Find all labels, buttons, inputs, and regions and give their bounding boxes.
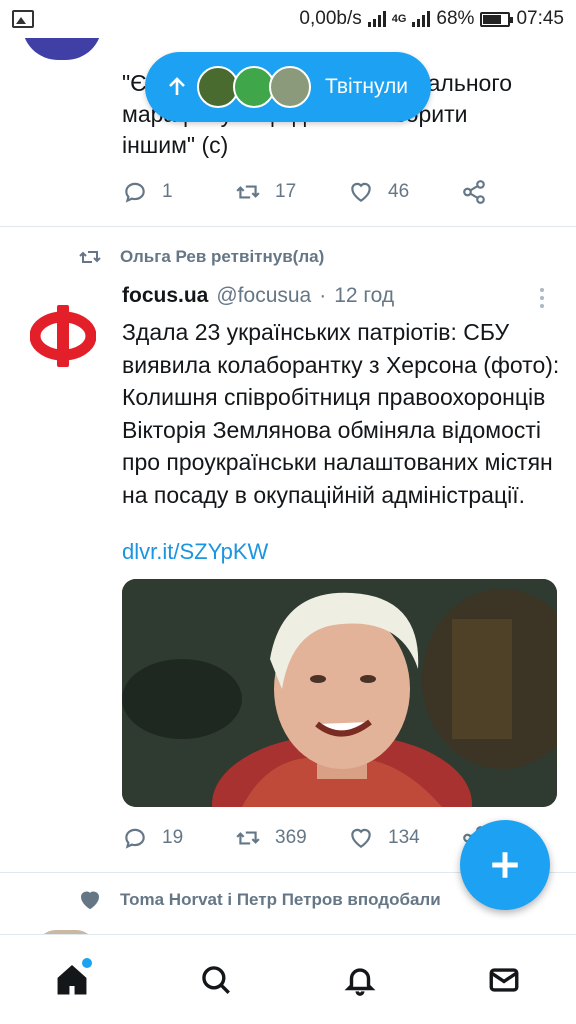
avatar bbox=[269, 66, 311, 108]
reply-count: 1 bbox=[162, 181, 173, 202]
signal-icon bbox=[367, 11, 386, 27]
network-speed: 0,00b/s bbox=[299, 8, 362, 29]
tweet-text-line: іншим" (с) bbox=[122, 132, 229, 158]
like-context-label: Toma Horvat і Петр Петров вподобали bbox=[120, 890, 441, 909]
tweet-text: Здала 23 українських патріотів: СБУ вияв… bbox=[122, 319, 560, 508]
nav-notifications[interactable] bbox=[330, 950, 390, 1010]
like-button[interactable]: 134 bbox=[348, 825, 461, 851]
heart-filled-icon bbox=[80, 891, 100, 910]
like-count: 46 bbox=[388, 181, 410, 202]
tweet-text-line: "Є bbox=[122, 70, 147, 96]
battery-icon bbox=[480, 11, 514, 27]
reply-button[interactable]: 19 bbox=[122, 825, 235, 851]
retweet-icon bbox=[236, 185, 260, 199]
tweet-time[interactable]: 12 год bbox=[334, 284, 394, 308]
arrow-up-icon bbox=[169, 77, 185, 95]
nav-home[interactable] bbox=[42, 950, 102, 1010]
more-options-icon[interactable] bbox=[540, 288, 544, 308]
new-tweets-pill[interactable]: Твітнули bbox=[145, 52, 431, 122]
nav-search[interactable] bbox=[186, 950, 246, 1010]
bell-icon bbox=[344, 967, 376, 996]
tweet-actions: 1 17 46 bbox=[122, 179, 574, 205]
clock: 07:45 bbox=[516, 8, 564, 29]
tweet-text-line: гального bbox=[419, 70, 512, 96]
tweet-link[interactable]: dlvr.it/SZYpKW bbox=[122, 539, 268, 565]
share-icon bbox=[463, 180, 485, 204]
new-tweets-label: Твітнули bbox=[325, 75, 408, 98]
avatar[interactable] bbox=[22, 38, 102, 60]
reply-button[interactable]: 1 bbox=[122, 179, 235, 205]
author-name[interactable]: focus.ua bbox=[122, 284, 208, 308]
retweet-icon bbox=[236, 831, 260, 845]
network-type: 4G bbox=[391, 13, 407, 25]
timeline[interactable]: "Є гального марафону" - це давати говори… bbox=[0, 38, 576, 934]
author-handle[interactable]: @focusua bbox=[216, 284, 311, 308]
heart-icon bbox=[351, 828, 371, 848]
share-button[interactable] bbox=[461, 179, 574, 205]
reply-count: 19 bbox=[162, 827, 184, 848]
separator: · bbox=[319, 284, 327, 307]
tweet-header: focus.ua @focusua · 12 год bbox=[122, 284, 394, 308]
pill-avatars bbox=[197, 66, 311, 108]
status-bar: 0,00b/s 4G 68% 07:45 bbox=[0, 0, 576, 38]
plus-icon bbox=[492, 852, 518, 878]
retweet-count: 369 bbox=[275, 827, 307, 848]
retweet-icon bbox=[79, 251, 101, 263]
search-icon bbox=[202, 965, 230, 994]
tweet-photo[interactable] bbox=[122, 579, 557, 807]
compose-button[interactable] bbox=[460, 820, 550, 910]
image-notification-icon bbox=[12, 10, 34, 28]
heart-icon bbox=[351, 182, 371, 202]
divider bbox=[0, 226, 576, 227]
like-context[interactable]: Toma Horvat і Петр Петров вподобали bbox=[78, 888, 441, 912]
focus-logo-icon bbox=[30, 305, 96, 367]
signal-icon-2 bbox=[412, 11, 431, 27]
photo-image bbox=[122, 579, 557, 807]
nav-messages[interactable] bbox=[474, 950, 534, 1010]
unread-dot bbox=[82, 957, 92, 968]
retweet-context-label: Ольга Рев ретвітнув(ла) bbox=[120, 247, 325, 266]
retweet-button[interactable]: 369 bbox=[235, 825, 348, 851]
focus-logo[interactable] bbox=[30, 303, 96, 369]
like-count: 134 bbox=[388, 827, 420, 848]
home-icon bbox=[57, 964, 87, 994]
like-button[interactable]: 46 bbox=[348, 179, 461, 205]
bottom-navigation bbox=[0, 934, 576, 1024]
retweet-context[interactable]: Ольга Рев ретвітнув(ла) bbox=[78, 245, 324, 269]
reply-icon bbox=[125, 182, 145, 203]
retweet-count: 17 bbox=[275, 181, 297, 202]
envelope-icon bbox=[489, 967, 519, 992]
battery-percent: 68% bbox=[436, 8, 475, 29]
retweet-button[interactable]: 17 bbox=[235, 179, 348, 205]
reply-icon bbox=[125, 828, 145, 849]
